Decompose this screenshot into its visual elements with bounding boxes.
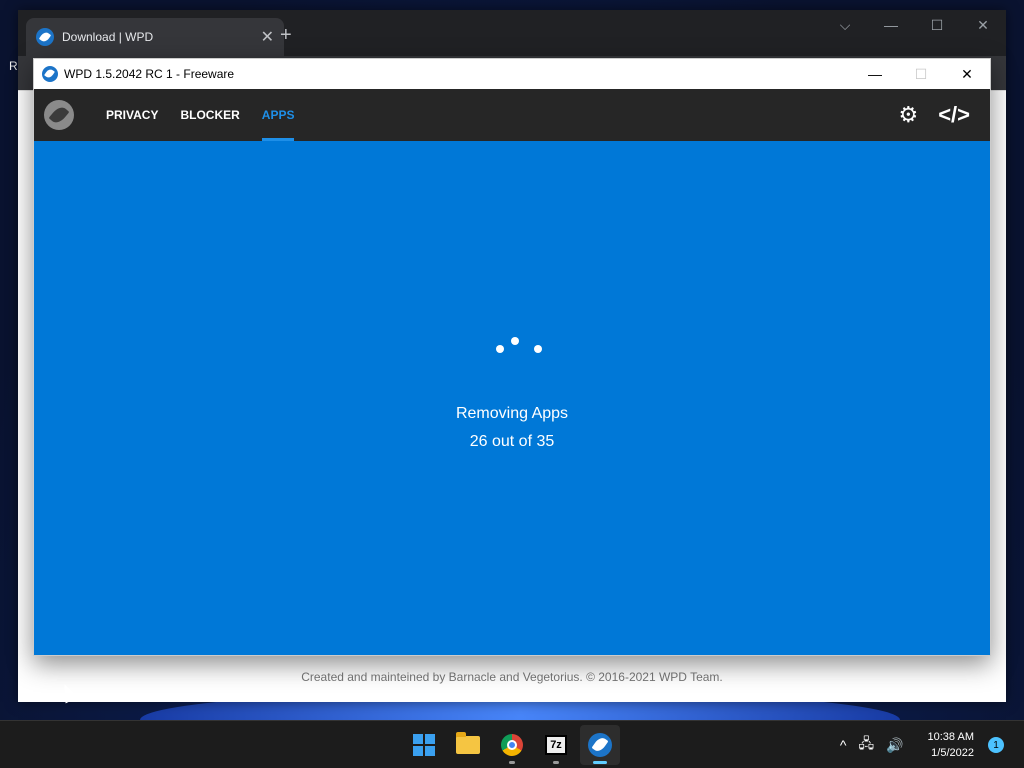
system-tray: ^ 🖧 🔊 10:38 AM 1/5/2022 1 bbox=[840, 721, 1024, 768]
nav-right-actions: ⚙ </> bbox=[898, 89, 970, 141]
wpd-favicon-icon bbox=[36, 28, 54, 46]
start-button[interactable] bbox=[404, 725, 444, 765]
taskbar-apps: 7z bbox=[404, 721, 620, 768]
browser-maximize-button[interactable]: ☐ bbox=[914, 10, 960, 40]
taskbar: 7z ^ 🖧 🔊 10:38 AM 1/5/2022 1 bbox=[0, 720, 1024, 768]
wpd-app-window: WPD 1.5.2042 RC 1 - Freeware — ☐ ✕ PRIVA… bbox=[33, 58, 991, 656]
browser-window-controls: ⌵ — ☐ ✕ bbox=[822, 10, 1006, 40]
chevron-up-icon[interactable]: ^ bbox=[840, 737, 847, 753]
spinner-dot bbox=[534, 345, 542, 353]
chrome-button[interactable] bbox=[492, 725, 532, 765]
wpd-logo-icon bbox=[44, 100, 74, 130]
browser-close-button[interactable]: ✕ bbox=[960, 10, 1006, 40]
code-icon[interactable]: </> bbox=[938, 102, 970, 128]
nav-tab-privacy[interactable]: PRIVACY bbox=[106, 89, 158, 141]
running-indicator bbox=[553, 761, 559, 764]
spinner-dot bbox=[511, 337, 519, 345]
running-indicator bbox=[509, 761, 515, 764]
folder-icon bbox=[456, 732, 480, 754]
wpd-icon bbox=[588, 733, 612, 757]
clock-time: 10:38 AM bbox=[927, 731, 974, 743]
app-title: WPD 1.5.2042 RC 1 - Freeware bbox=[64, 67, 235, 81]
tab-close-icon[interactable]: ✕ bbox=[261, 27, 274, 47]
browser-tab-title: Download | WPD bbox=[62, 30, 154, 44]
app-minimize-button[interactable]: — bbox=[852, 59, 898, 89]
app-titlebar: WPD 1.5.2042 RC 1 - Freeware — ☐ ✕ bbox=[34, 59, 990, 89]
volume-icon[interactable]: 🔊 bbox=[886, 737, 903, 754]
status-title: Removing Apps bbox=[455, 405, 569, 422]
tab-search-icon[interactable]: ⌵ bbox=[822, 10, 868, 40]
nav-tab-blocker[interactable]: BLOCKER bbox=[180, 89, 239, 141]
network-icon[interactable]: 🖧 bbox=[858, 733, 874, 757]
active-indicator bbox=[593, 761, 607, 764]
7zip-icon: 7z bbox=[545, 735, 567, 755]
wpd-taskbar-button[interactable] bbox=[580, 725, 620, 765]
loading-spinner bbox=[482, 333, 542, 363]
clock-date: 1/5/2022 bbox=[931, 747, 974, 759]
status-progress-count: 26 out of 35 bbox=[469, 433, 555, 450]
chrome-icon bbox=[501, 734, 523, 756]
wpd-app-icon bbox=[42, 66, 58, 82]
browser-tab[interactable]: Download | WPD ✕ bbox=[26, 18, 284, 56]
desktop-text-fragment: R bbox=[9, 59, 18, 73]
new-tab-button[interactable]: + bbox=[280, 24, 292, 47]
app-nav-bar: PRIVACY BLOCKER APPS ⚙ </> bbox=[34, 89, 990, 141]
clock[interactable]: 10:38 AM 1/5/2022 bbox=[928, 729, 974, 761]
browser-titlebar: Download | WPD ✕ + ⌵ — ☐ ✕ bbox=[18, 10, 1006, 56]
file-explorer-button[interactable] bbox=[448, 725, 488, 765]
settings-gear-icon[interactable]: ⚙ bbox=[898, 102, 918, 128]
browser-minimize-button[interactable]: — bbox=[868, 10, 914, 40]
page-footer-text: Created and mainteined by Barnacle and V… bbox=[301, 670, 723, 684]
windows-logo-icon bbox=[413, 734, 435, 756]
app-close-button[interactable]: ✕ bbox=[944, 59, 990, 89]
7zip-button[interactable]: 7z bbox=[536, 725, 576, 765]
notification-badge[interactable]: 1 bbox=[988, 737, 1004, 753]
app-content-area: Removing Apps 26 out of 35 bbox=[34, 141, 990, 655]
nav-tab-apps[interactable]: APPS bbox=[261, 89, 294, 141]
app-maximize-button: ☐ bbox=[914, 65, 928, 82]
app-window-controls: — ☐ ✕ bbox=[852, 59, 990, 89]
spinner-dot bbox=[496, 345, 504, 353]
